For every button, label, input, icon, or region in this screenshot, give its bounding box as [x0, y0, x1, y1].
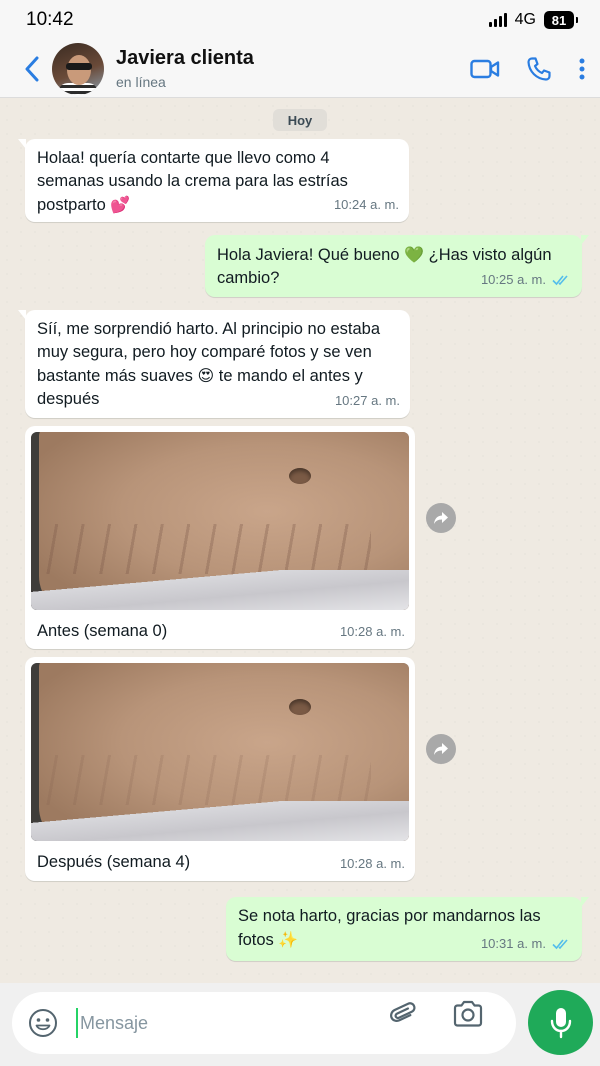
message-time: 10:24 a. m.: [333, 197, 399, 212]
signal-icon: [488, 13, 507, 27]
emoji-button[interactable]: [28, 1008, 58, 1038]
avatar[interactable]: [52, 42, 104, 95]
attach-button[interactable]: [388, 999, 420, 1036]
attach-icon: [390, 1002, 416, 1022]
camera-button[interactable]: [452, 999, 484, 1034]
input-bar: [0, 983, 600, 1066]
forward-icon: [434, 512, 448, 524]
message-time: 10:25 a. m.: [480, 272, 546, 287]
contact-name: Javiera clienta: [116, 47, 254, 69]
phone-icon: [527, 56, 551, 81]
date-divider: Hoy: [273, 109, 327, 131]
message-input[interactable]: [76, 1008, 376, 1038]
voice-call-button[interactable]: [526, 56, 552, 82]
forward-icon: [434, 743, 448, 755]
image-caption: Antes (semana 0): [37, 622, 168, 640]
emoji-icon: [29, 1009, 57, 1037]
status-time: 10:42: [26, 9, 74, 30]
status-bar: 10:42 4G 81: [0, 0, 600, 40]
image-message[interactable]: Antes (semana 0) 10:28 a. m.: [25, 426, 415, 649]
emoji: ✨: [278, 930, 299, 949]
emoji: 💚: [404, 245, 425, 264]
back-button[interactable]: [10, 40, 54, 98]
message-time: 10:28 a. m.: [339, 856, 405, 871]
message-outgoing[interactable]: Hola Javiera! Qué bueno 💚 ¿Has visto alg…: [205, 235, 589, 297]
battery-icon: 81: [544, 11, 578, 29]
back-arrow-icon: [25, 56, 39, 81]
header-actions: [470, 56, 586, 82]
contact-info[interactable]: Javiera clienta en línea: [116, 47, 254, 90]
double-check-icon: [552, 274, 568, 285]
network-type: 4G: [514, 11, 536, 28]
emoji: 😍: [197, 366, 215, 385]
contact-status: en línea: [116, 74, 166, 90]
message-incoming[interactable]: Síí, me sorprendió harto. Al principio n…: [18, 310, 410, 418]
message-time: 10:28 a. m.: [339, 624, 405, 639]
chat-header: Javiera clienta en línea: [0, 40, 600, 98]
photo-before[interactable]: [31, 432, 409, 610]
message-text: Holaa! quería contarte que llevo como 4 …: [37, 149, 348, 214]
message-text: Hola Javiera! Qué bueno: [217, 246, 400, 264]
emoji: 💕: [110, 195, 131, 214]
double-check-icon: [552, 938, 568, 949]
status-indicators: 4G 81: [488, 11, 578, 29]
mic-icon: [550, 1007, 571, 1038]
chat-area[interactable]: Hoy Holaa! quería contarte que llevo com…: [0, 99, 600, 983]
message-composer: [12, 992, 516, 1054]
image-caption: Después (semana 4): [37, 853, 191, 871]
message-incoming[interactable]: Holaa! quería contarte que llevo como 4 …: [18, 139, 409, 222]
video-call-icon: [470, 59, 500, 78]
forward-button[interactable]: [426, 503, 456, 533]
message-outgoing[interactable]: Se nota harto, gracias por mandarnos las…: [226, 897, 589, 961]
video-call-button[interactable]: [470, 59, 500, 79]
voice-message-button[interactable]: [528, 990, 593, 1055]
more-options-button[interactable]: [578, 57, 586, 81]
image-message[interactable]: Después (semana 4) 10:28 a. m.: [25, 657, 415, 881]
message-time: 10:31 a. m.: [480, 936, 546, 951]
message-time: 10:27 a. m.: [334, 393, 400, 408]
more-vertical-icon: [579, 58, 585, 79]
forward-button[interactable]: [426, 734, 456, 764]
camera-icon: [453, 1000, 483, 1027]
photo-after[interactable]: [31, 663, 409, 841]
